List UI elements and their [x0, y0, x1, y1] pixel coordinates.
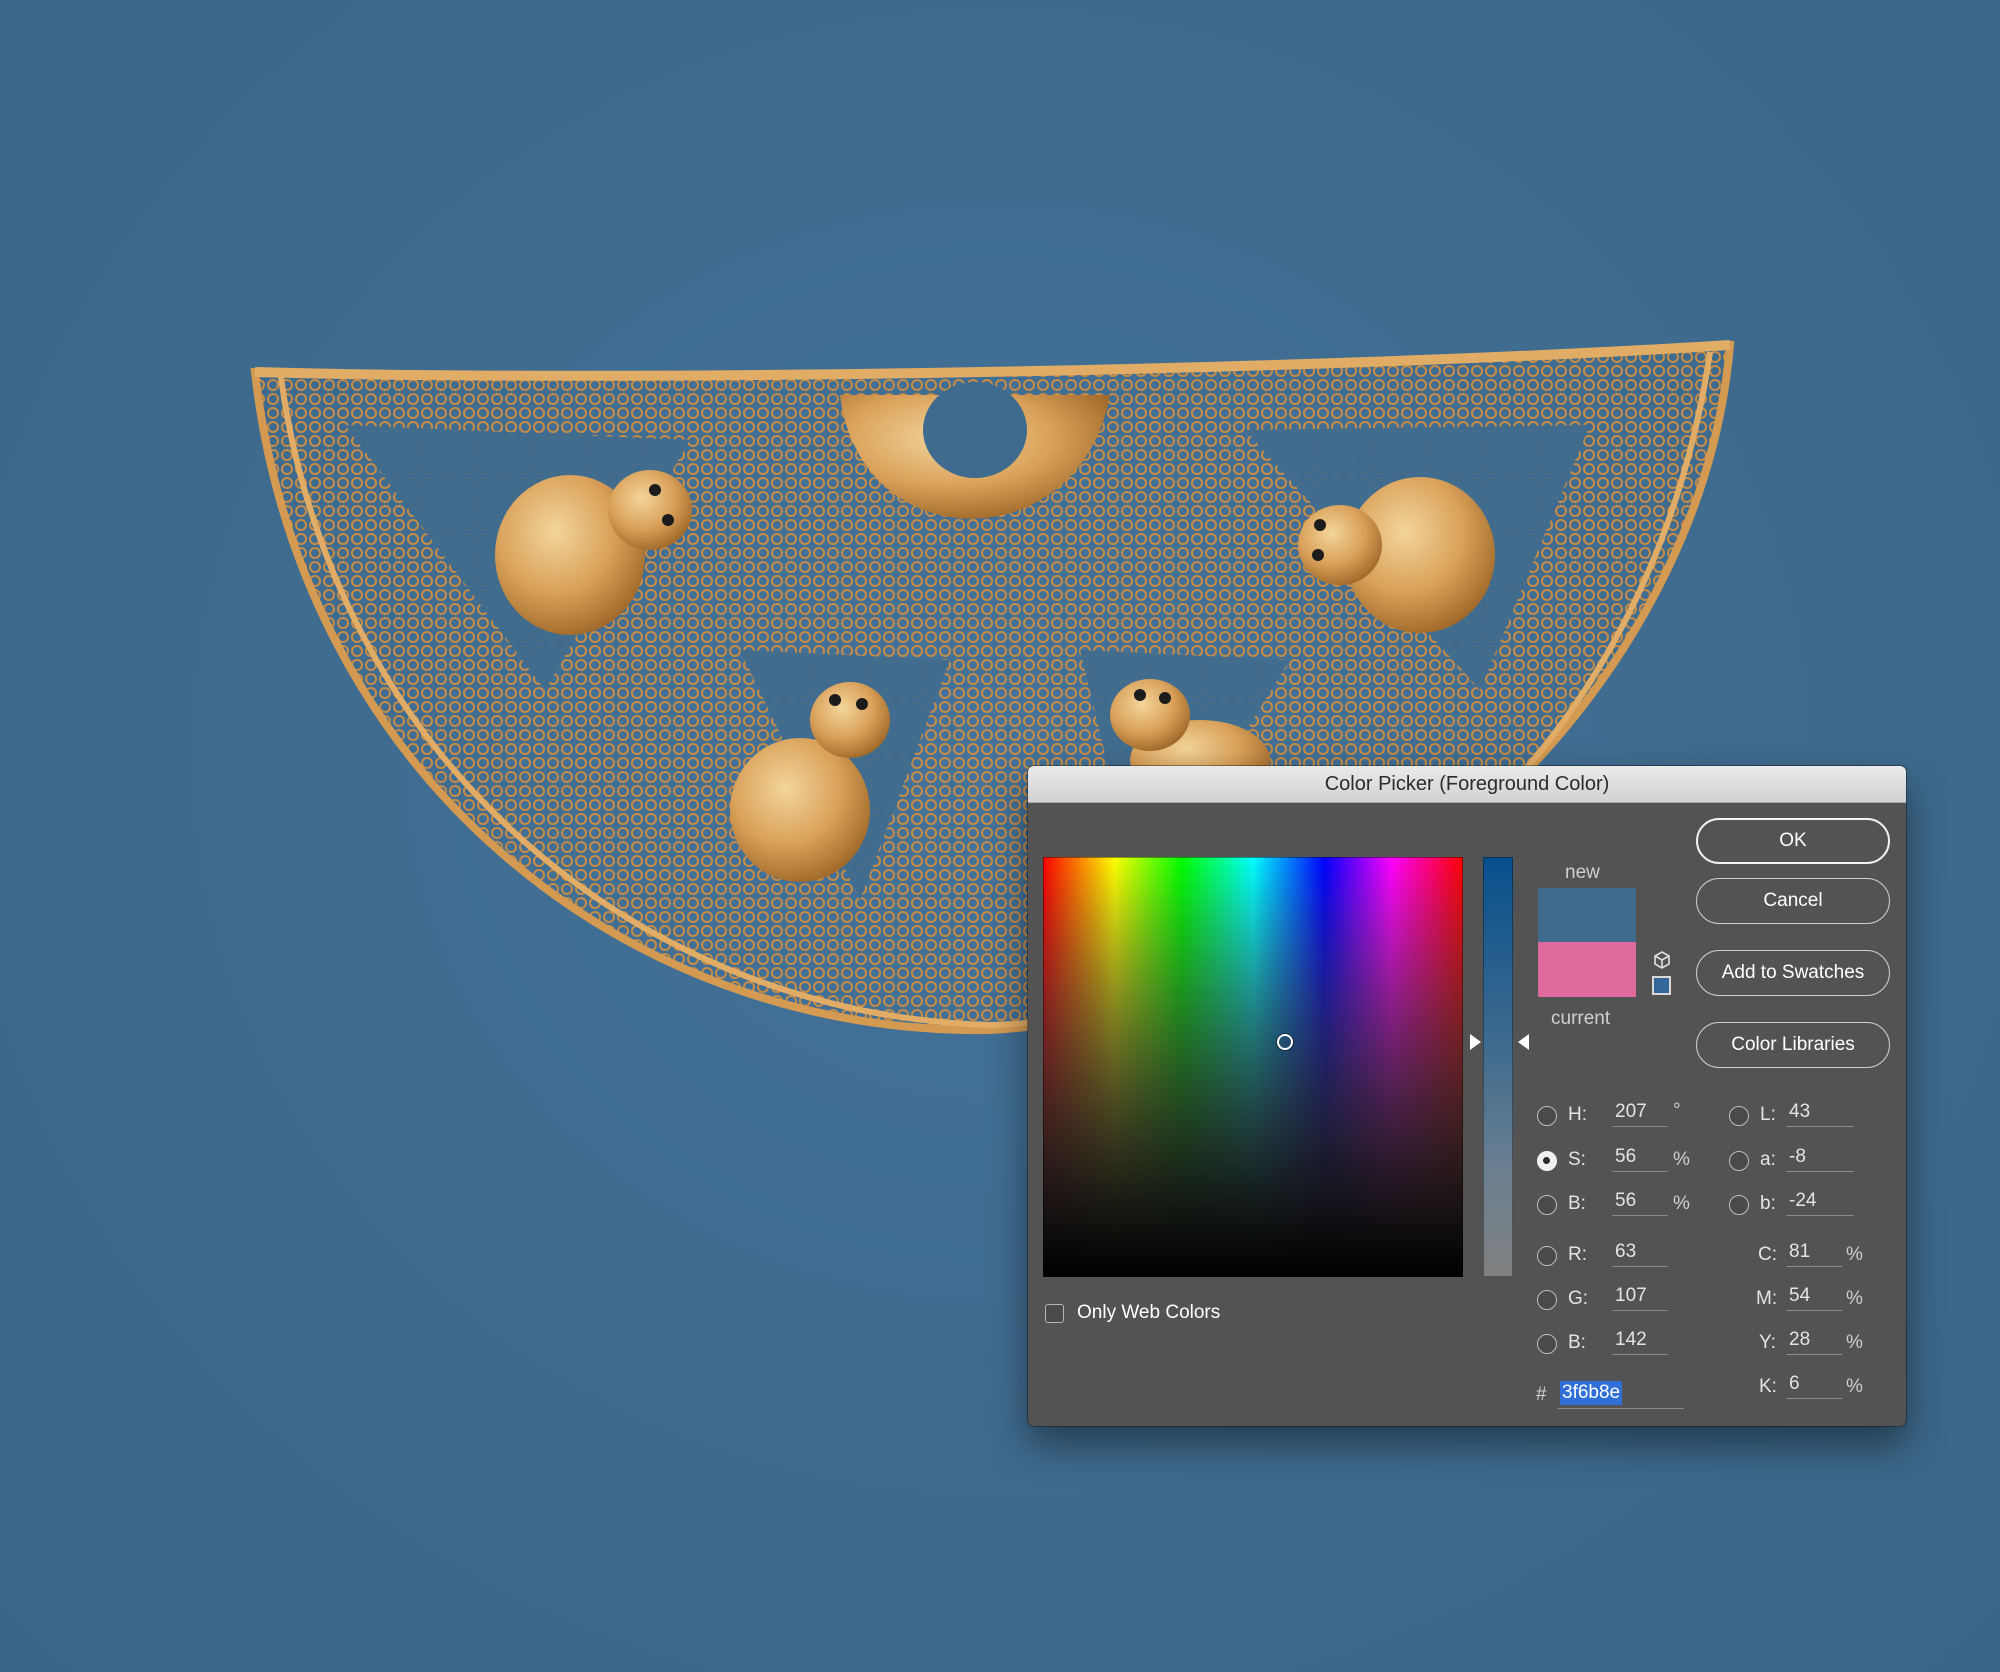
new-color-label: new — [1565, 862, 1600, 883]
saturation-label: S: — [1568, 1149, 1586, 1170]
black-field[interactable]: 6 — [1786, 1373, 1842, 1399]
percent-unit: % — [1846, 1376, 1863, 1397]
brightness-field[interactable]: 56 — [1612, 1190, 1668, 1216]
cyan-field[interactable]: 81 — [1786, 1241, 1842, 1267]
hex-value[interactable]: 3f6b8e — [1560, 1381, 1623, 1405]
dialog-titlebar[interactable]: Color Picker (Foreground Color) — [1028, 766, 1906, 803]
saturation-field[interactable]: 56 — [1612, 1146, 1668, 1172]
a-channel-label: a: — [1760, 1149, 1776, 1170]
color-field-marker-icon[interactable] — [1276, 1033, 1293, 1050]
b-channel-field[interactable]: -24 — [1786, 1190, 1854, 1216]
magenta-field[interactable]: 54 — [1786, 1285, 1842, 1311]
yellow-label: Y: — [1759, 1332, 1776, 1353]
current-color-label: current — [1551, 1008, 1611, 1029]
cancel-button[interactable]: Cancel — [1696, 878, 1890, 924]
red-label: R: — [1568, 1244, 1587, 1265]
slider-left-arrow-icon[interactable] — [1470, 1033, 1481, 1050]
out-of-web-gamut-cube-icon[interactable] — [1652, 950, 1672, 970]
red-radio[interactable] — [1537, 1246, 1557, 1266]
color-libraries-button[interactable]: Color Libraries — [1696, 1022, 1890, 1068]
saturation-radio[interactable] — [1537, 1151, 1557, 1171]
cyan-label: C: — [1758, 1244, 1777, 1265]
blue-field[interactable]: 142 — [1612, 1329, 1668, 1355]
color-slider[interactable] — [1483, 857, 1513, 1277]
lightness-field[interactable]: 43 — [1786, 1101, 1854, 1127]
slider-right-arrow-icon[interactable] — [1518, 1033, 1529, 1050]
websafe-color-swatch[interactable] — [1652, 976, 1671, 995]
a-channel-field[interactable]: -8 — [1786, 1146, 1854, 1172]
hue-radio[interactable] — [1537, 1106, 1557, 1126]
percent-unit: % — [1846, 1244, 1863, 1265]
a-channel-radio[interactable] — [1729, 1151, 1749, 1171]
new-color-swatch — [1538, 888, 1636, 942]
blue-label: B: — [1568, 1332, 1586, 1353]
red-field[interactable]: 63 — [1612, 1241, 1668, 1267]
b-channel-label: b: — [1760, 1193, 1776, 1214]
percent-unit: % — [1673, 1193, 1690, 1214]
percent-unit: % — [1846, 1332, 1863, 1353]
yellow-field[interactable]: 28 — [1786, 1329, 1842, 1355]
hex-field[interactable]: 3f6b8e — [1558, 1380, 1684, 1409]
brightness-label: B: — [1568, 1193, 1586, 1214]
dialog-title: Color Picker (Foreground Color) — [1324, 772, 1610, 795]
green-label: G: — [1568, 1288, 1589, 1309]
color-field[interactable] — [1043, 857, 1463, 1277]
only-web-colors-label[interactable]: Only Web Colors — [1077, 1302, 1220, 1324]
hue-field[interactable]: 207 — [1612, 1101, 1668, 1127]
degree-unit: ° — [1673, 1100, 1681, 1121]
percent-unit: % — [1673, 1149, 1690, 1170]
percent-unit: % — [1846, 1288, 1863, 1309]
ok-button[interactable]: OK — [1696, 818, 1890, 864]
blue-radio[interactable] — [1537, 1334, 1557, 1354]
only-web-colors-checkbox[interactable] — [1045, 1304, 1064, 1323]
hue-label: H: — [1568, 1104, 1587, 1125]
green-radio[interactable] — [1537, 1290, 1557, 1310]
current-color-swatch[interactable] — [1538, 942, 1636, 997]
add-to-swatches-button[interactable]: Add to Swatches — [1696, 950, 1890, 996]
color-picker-dialog[interactable]: Color Picker (Foreground Color) new curr… — [1028, 766, 1906, 1426]
green-field[interactable]: 107 — [1612, 1285, 1668, 1311]
magenta-label: M: — [1756, 1288, 1778, 1309]
lightness-label: L: — [1760, 1104, 1776, 1125]
hex-prefix: # — [1536, 1384, 1547, 1405]
brightness-radio[interactable] — [1537, 1195, 1557, 1215]
black-label: K: — [1759, 1376, 1777, 1397]
b-channel-radio[interactable] — [1729, 1195, 1749, 1215]
lightness-radio[interactable] — [1729, 1106, 1749, 1126]
